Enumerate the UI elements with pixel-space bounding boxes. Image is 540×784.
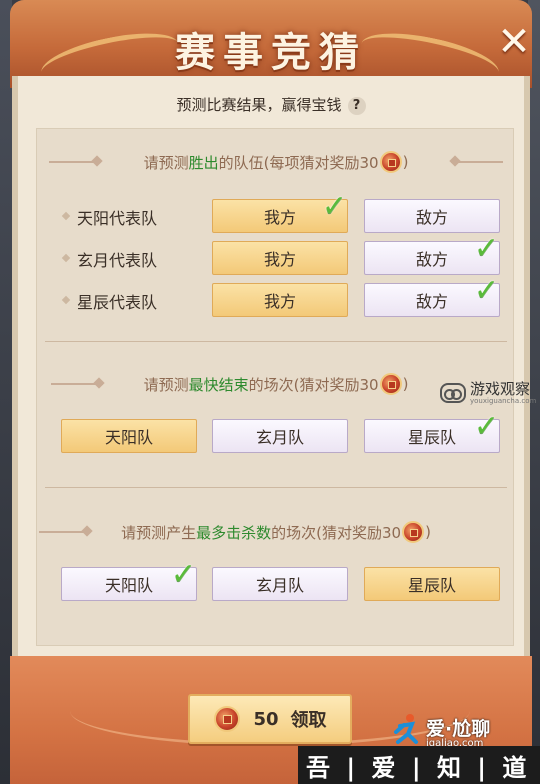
divider xyxy=(45,487,507,488)
heading-ornament-left xyxy=(51,383,103,385)
help-icon[interactable]: ? xyxy=(347,97,366,115)
heading-text: 的队伍(每项猜对奖励30 xyxy=(218,153,379,172)
running-figure-icon xyxy=(394,714,418,744)
content-paper: 预测比赛结果，赢得宝钱? 请预测 胜出 的队伍(每项猜对奖励30) 天阳代表队 我方… xyxy=(12,76,530,656)
option-enemy-side[interactable]: 敌方 xyxy=(364,199,500,233)
coin-icon xyxy=(402,521,425,543)
close-icon: ✕ xyxy=(497,19,531,65)
check-icon: ✓ xyxy=(473,231,499,266)
watermark-subtext: youxiguancha.com xyxy=(470,397,537,405)
watermark-text: 游戏观察 xyxy=(470,380,531,398)
subtitle: 预测比赛结果，赢得宝钱? xyxy=(18,94,524,115)
coin-icon xyxy=(379,373,402,395)
option-label: 我方 xyxy=(263,250,296,269)
heading-text: ) xyxy=(425,523,431,541)
option-team-xingchen[interactable]: 星辰队 xyxy=(364,567,500,601)
heading-highlight: 最多击杀数 xyxy=(196,523,272,542)
option-label: 天阳队 xyxy=(104,428,153,447)
team-name: 玄月代表队 xyxy=(77,251,158,270)
option-team-xingchen[interactable]: 星辰队 ✓ xyxy=(364,412,500,453)
option-our-side[interactable]: 我方 ✓ xyxy=(212,192,348,233)
option-enemy-side[interactable]: 敌方 ✓ xyxy=(364,276,500,317)
option-team-xuanyue[interactable]: 玄月队 xyxy=(212,567,348,601)
option-team-xuanyue[interactable]: 玄月队 xyxy=(212,419,348,453)
option-our-side[interactable]: 我方 xyxy=(212,283,348,317)
option-label: 玄月队 xyxy=(255,428,304,447)
heading-text: ) xyxy=(402,153,409,171)
team-name: 星辰代表队 xyxy=(77,293,158,312)
option-label: 敌方 xyxy=(415,208,448,227)
coin-icon xyxy=(379,151,402,173)
subtitle-text: 预测比赛结果，赢得宝钱 xyxy=(176,96,342,114)
heading-ornament-left xyxy=(49,161,101,163)
coin-icon xyxy=(214,706,241,732)
check-icon: ✓ xyxy=(473,409,499,444)
corner-watermark: 爱·尬聊 igaliao.com xyxy=(386,708,540,749)
bottom-watermark-text: 吾 | 爱 | 知 | 道 xyxy=(306,753,531,782)
option-team-tianyang[interactable]: 天阳队 xyxy=(61,419,197,453)
section-most-kills-heading: 请预测产生 最多击杀数 的场次(猜对奖励30) xyxy=(37,519,515,545)
site-watermark: 游戏观察 youxiguancha.com xyxy=(440,375,540,411)
heading-ornament-right xyxy=(451,161,503,163)
option-label: 敌方 xyxy=(415,250,448,269)
bullet-icon xyxy=(61,295,71,305)
bullet-icon xyxy=(61,211,71,221)
team-row: 玄月代表队 我方 敌方 ✓ xyxy=(37,234,515,275)
section-winner-heading: 请预测 胜出 的队伍(每项猜对奖励30) xyxy=(37,149,515,175)
heading-text: 的场次(猜对奖励30 xyxy=(248,375,379,394)
option-team-tianyang[interactable]: 天阳队 ✓ xyxy=(61,560,197,601)
heading-text: 请预测 xyxy=(143,153,189,172)
bullet-icon xyxy=(61,253,71,263)
heading-text: ) xyxy=(402,375,409,393)
heading-text: 请预测产生 xyxy=(121,523,197,542)
bottom-watermark-strip: 吾 | 爱 | 知 | 道 xyxy=(298,746,540,784)
option-our-side[interactable]: 我方 xyxy=(212,241,348,275)
option-label: 星辰队 xyxy=(407,576,456,595)
team-row: 天阳代表队 我方 ✓ 敌方 xyxy=(37,192,515,233)
check-icon: ✓ xyxy=(170,557,196,592)
heading-highlight: 胜出 xyxy=(188,153,219,172)
heading-text: 的场次(猜对奖励30 xyxy=(271,523,402,542)
heading-highlight: 最快结束 xyxy=(188,375,249,394)
heading-ornament-left xyxy=(39,531,91,533)
team-name: 天阳代表队 xyxy=(77,209,158,228)
team-row: 星辰代表队 我方 敌方 ✓ xyxy=(37,276,515,317)
option-enemy-side[interactable]: 敌方 ✓ xyxy=(364,234,500,275)
option-label: 玄月队 xyxy=(255,576,304,595)
option-label: 我方 xyxy=(263,292,296,311)
heading-text: 请预测 xyxy=(143,375,189,394)
corner-watermark-text: 爱·尬聊 xyxy=(426,718,491,740)
divider xyxy=(45,341,507,342)
close-button[interactable]: ✕ xyxy=(494,22,534,62)
panel-header: 赛事竞猜 ✕ xyxy=(10,0,534,93)
option-label: 星辰队 xyxy=(407,428,456,447)
panel-title: 赛事竞猜 xyxy=(175,29,367,76)
check-icon: ✓ xyxy=(473,273,499,308)
claim-button[interactable]: 50 领取 xyxy=(188,694,352,744)
option-label: 天阳队 xyxy=(104,576,153,595)
watermark-logo-icon xyxy=(440,383,466,403)
option-label: 我方 xyxy=(263,208,296,227)
check-icon: ✓ xyxy=(321,189,347,224)
claim-label: 领取 xyxy=(290,710,327,731)
option-label: 敌方 xyxy=(415,292,448,311)
claim-amount: 50 xyxy=(253,708,279,730)
